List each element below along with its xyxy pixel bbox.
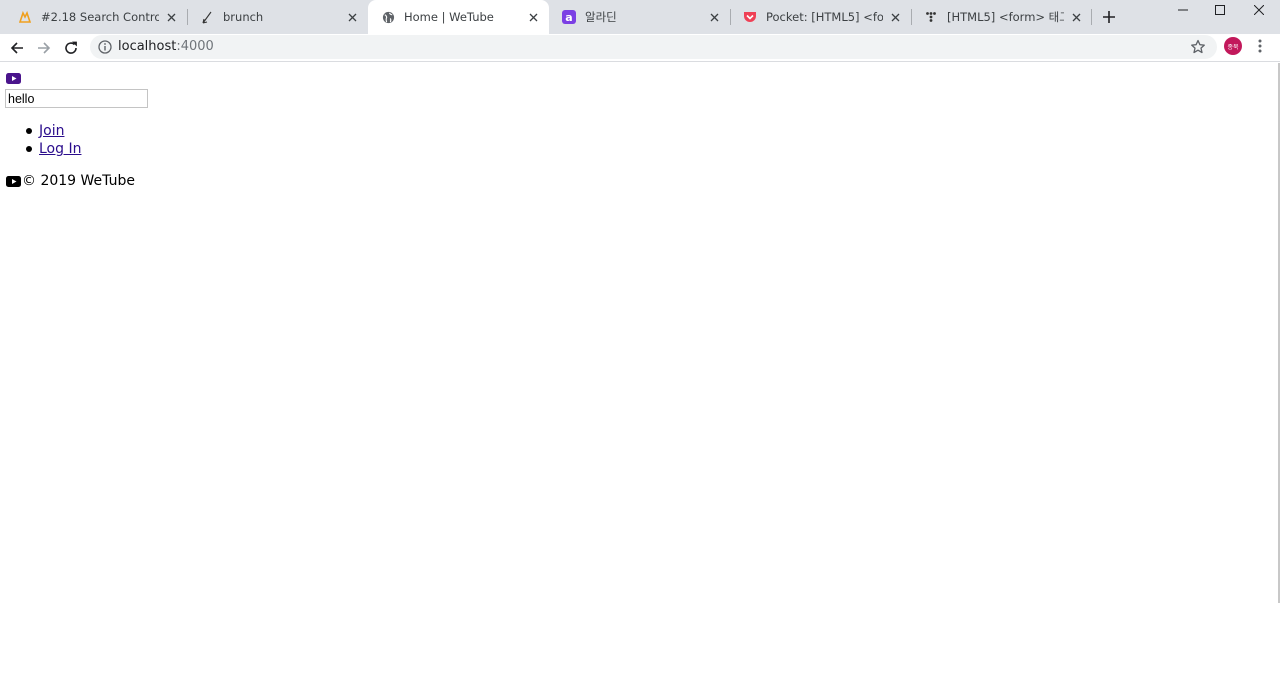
address-bar[interactable]: localhost:4000	[90, 35, 1217, 59]
tab-aladin[interactable]: a 알라딘	[549, 0, 730, 34]
nomad-coders-icon	[17, 9, 33, 25]
info-icon[interactable]	[98, 40, 112, 54]
reload-button[interactable]	[59, 36, 83, 60]
minimize-icon	[1178, 9, 1188, 11]
tab-title: Home | WeTube	[404, 10, 494, 24]
tab-wetube-home[interactable]: Home | WeTube	[368, 0, 549, 34]
url-host: localhost	[118, 39, 177, 54]
tab-title: #2.18 Search Controller | N	[41, 10, 159, 24]
tistory-icon	[923, 9, 939, 25]
globe-icon	[380, 9, 396, 25]
maximize-icon	[1215, 5, 1225, 15]
join-link[interactable]: Join	[39, 123, 64, 139]
header-nav: Join Log In	[0, 122, 81, 158]
forward-arrow-icon	[38, 42, 51, 54]
search-input[interactable]	[5, 89, 148, 108]
back-button[interactable]	[5, 36, 29, 60]
close-icon[interactable]	[706, 9, 722, 25]
maximize-button[interactable]	[1201, 0, 1239, 20]
brunch-pen-icon	[199, 9, 215, 25]
list-bullet	[26, 146, 32, 152]
tab-strip: #2.18 Search Controller | N brunch Home …	[0, 0, 1280, 34]
list-bullet	[26, 128, 32, 134]
youtube-icon	[6, 175, 21, 187]
youtube-logo-icon	[6, 73, 21, 84]
tab-separator	[1091, 9, 1092, 25]
close-icon[interactable]	[887, 9, 903, 25]
tab-brunch[interactable]: brunch	[187, 0, 368, 34]
back-arrow-icon	[10, 42, 23, 54]
tab-nomad-coders[interactable]: #2.18 Search Controller | N	[5, 0, 187, 34]
url-text[interactable]: localhost:4000	[118, 39, 214, 54]
nav-item-login: Log In	[0, 140, 81, 158]
tab-title: [HTML5] <form> 태그_GET	[947, 10, 1064, 24]
tab-title: 알라딘	[585, 10, 617, 24]
window-close-button[interactable]	[1240, 0, 1278, 20]
bookmark-star-icon[interactable]	[1190, 39, 1206, 55]
close-icon[interactable]	[1068, 9, 1084, 25]
page-footer: © 2019 WeTube	[6, 173, 135, 189]
aladin-icon: a	[561, 9, 577, 25]
plus-icon	[1103, 11, 1115, 23]
close-icon[interactable]	[344, 9, 360, 25]
footer-copyright: © 2019 WeTube	[22, 173, 135, 189]
close-icon[interactable]	[163, 9, 179, 25]
browser-menu-button[interactable]	[1250, 36, 1270, 56]
browser-toolbar: localhost:4000	[0, 34, 1280, 62]
svg-text:a: a	[565, 11, 572, 24]
tab-tistory[interactable]: [HTML5] <form> 태그_GET	[911, 0, 1092, 34]
more-vert-icon	[1258, 39, 1262, 53]
new-tab-button[interactable]	[1099, 7, 1119, 27]
reload-icon	[65, 41, 77, 54]
minimize-button[interactable]	[1164, 0, 1202, 20]
login-link[interactable]: Log In	[39, 141, 81, 157]
pocket-icon	[742, 9, 758, 25]
close-icon	[1254, 5, 1264, 15]
url-port: :4000	[176, 39, 214, 54]
profile-avatar[interactable]: 종북	[1224, 37, 1242, 55]
home-logo-link[interactable]	[6, 73, 21, 84]
page-content: Join Log In © 2019 WeTube	[0, 63, 1280, 685]
forward-button[interactable]	[32, 36, 56, 60]
tab-title: brunch	[223, 10, 264, 24]
nav-item-join: Join	[0, 122, 81, 140]
tab-pocket[interactable]: Pocket: [HTML5] <form> E	[730, 0, 911, 34]
close-icon[interactable]	[525, 9, 541, 25]
tab-title: Pocket: [HTML5] <form> E	[766, 10, 883, 24]
